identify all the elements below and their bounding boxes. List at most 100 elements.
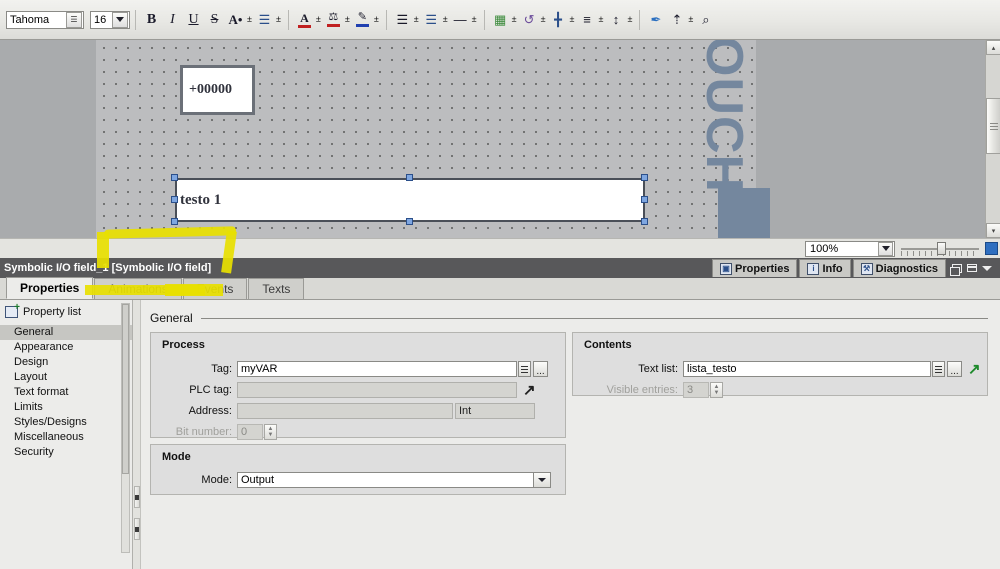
line-spacing-dropdown-icon[interactable]: ± — [276, 15, 281, 24]
align-block-group[interactable]: ☰ ± — [421, 10, 450, 30]
fill-color-dropdown-icon[interactable]: ± — [345, 15, 350, 24]
screen-editor-canvas[interactable]: OUCH +00000 testo 1 — [0, 40, 1000, 238]
tag-input[interactable]: myVAR — [237, 361, 517, 377]
tab-events[interactable]: Events — [182, 278, 248, 299]
selection-handle-ne[interactable] — [641, 174, 648, 181]
align-horizontal-icon[interactable]: ╋ — [549, 10, 568, 30]
line-spacing-group[interactable]: ☰ ± — [254, 10, 283, 30]
distribute-vertical-dropdown-icon[interactable]: ± — [598, 15, 603, 24]
text-list-goto-icon[interactable]: ↗ — [968, 362, 981, 377]
bold-button[interactable]: B — [142, 10, 161, 30]
plc-tag-goto-icon[interactable]: ↗ — [523, 383, 536, 398]
scroll-down-icon[interactable]: ▾ — [986, 223, 1000, 238]
fill-color-group[interactable]: ⚖ ± — [323, 10, 352, 30]
sidebar-item-text-format[interactable]: Text format — [0, 385, 132, 400]
selection-handle-sw[interactable] — [171, 218, 178, 225]
tab-properties[interactable]: Properties — [6, 277, 94, 299]
font-size-combo[interactable]: 16 — [90, 10, 130, 29]
zoom-slider[interactable] — [901, 241, 979, 257]
font-color-group[interactable]: A ± — [294, 10, 323, 30]
scrollbar-thumb[interactable] — [986, 98, 1000, 154]
text-list-input[interactable]: lista_testo — [683, 361, 931, 377]
zoom-chevron-down-icon[interactable] — [878, 241, 893, 256]
sidebar-item-security[interactable]: Security — [0, 445, 132, 460]
tab-texts[interactable]: Texts — [248, 278, 305, 299]
chevron-down-icon[interactable] — [112, 11, 128, 28]
font-color-icon[interactable]: A — [295, 10, 314, 30]
sidebar-item-general[interactable]: General — [0, 325, 132, 340]
text-list-browse-button[interactable]: ... — [947, 361, 962, 377]
distribute-height-dropdown-icon[interactable]: ± — [627, 15, 632, 24]
apply-style-group[interactable]: ⇡ ± — [666, 10, 695, 30]
rotate-group[interactable]: ↺ ± — [519, 10, 548, 30]
zoom-select-icon[interactable]: ⌕ — [696, 10, 715, 30]
align-text-icon[interactable]: ☰ — [393, 10, 412, 30]
line-style-group[interactable]: — ± — [450, 10, 479, 30]
align-horizontal-group[interactable]: ╋ ± — [548, 10, 577, 30]
align-text-dropdown-icon[interactable]: ± — [414, 15, 419, 24]
chevron-down-icon[interactable] — [982, 265, 992, 271]
align-horizontal-dropdown-icon[interactable]: ± — [570, 15, 575, 24]
selection-handle-w[interactable] — [171, 196, 178, 203]
editor-vertical-scrollbar[interactable]: ▴ ▾ — [985, 40, 1000, 238]
restore-icon[interactable] — [950, 263, 962, 276]
distribute-vertical-group[interactable]: ≡ ± — [576, 10, 605, 30]
mode-select[interactable]: Output — [237, 472, 534, 488]
splitter-grip-bottom[interactable] — [134, 518, 140, 540]
mode-chevron-down-icon[interactable] — [534, 472, 551, 488]
selection-handle-s[interactable] — [406, 218, 413, 225]
line-spacing-icon[interactable]: ☰ — [255, 10, 274, 30]
tag-list-icon[interactable] — [518, 361, 531, 377]
distribute-height-icon[interactable]: ↕ — [606, 10, 625, 30]
apply-style-dropdown-icon[interactable]: ± — [688, 15, 693, 24]
inspector-tab-diagnostics[interactable]: ⚒ Diagnostics — [852, 259, 946, 277]
sidebar-item-miscellaneous[interactable]: Miscellaneous — [0, 430, 132, 445]
sidebar-item-styles-designs[interactable]: Styles/Designs — [0, 415, 132, 430]
property-list-scrollbar-thumb[interactable] — [122, 304, 129, 474]
zoom-level-combo[interactable]: 100% — [805, 240, 895, 257]
pen-color-group[interactable]: ✎ ± — [352, 10, 381, 30]
line-style-icon[interactable]: — — [451, 10, 470, 30]
underline-button[interactable]: U — [184, 10, 203, 30]
sidebar-item-appearance[interactable]: Appearance — [0, 340, 132, 355]
scroll-up-icon[interactable]: ▴ — [986, 40, 1000, 55]
sidebar-item-layout[interactable]: Layout — [0, 370, 132, 385]
line-style-dropdown-icon[interactable]: ± — [472, 15, 477, 24]
font-family-list-icon[interactable]: ☰ — [66, 11, 82, 28]
sidebar-item-limits[interactable]: Limits — [0, 400, 132, 415]
order-dropdown-icon[interactable]: ± — [512, 15, 517, 24]
font-family-combo[interactable]: Tahoma ☰ — [6, 10, 84, 29]
font-size-dropdown-icon[interactable]: ± — [247, 15, 252, 24]
fill-color-icon[interactable]: ⚖ — [324, 10, 343, 30]
rotate-icon[interactable]: ↺ — [520, 10, 539, 30]
order-group[interactable]: ▦ ± — [490, 10, 519, 30]
inspector-tab-info[interactable]: i Info — [799, 259, 851, 277]
font-size-grow-icon[interactable]: A• — [226, 10, 245, 30]
align-text-group[interactable]: ☰ ± — [392, 10, 421, 30]
tag-browse-button[interactable]: ... — [533, 361, 548, 377]
pen-color-dropdown-icon[interactable]: ± — [374, 15, 379, 24]
italic-button[interactable]: I — [163, 10, 182, 30]
distribute-vertical-icon[interactable]: ≡ — [577, 10, 596, 30]
rotate-dropdown-icon[interactable]: ± — [541, 15, 546, 24]
zoom-fit-icon[interactable] — [985, 242, 998, 255]
minimize-icon[interactable] — [967, 264, 977, 272]
apply-style-icon[interactable]: ⇡ — [667, 10, 686, 30]
property-list-scrollbar[interactable] — [121, 303, 130, 553]
selection-handle-nw[interactable] — [171, 174, 178, 181]
font-size-grow-group[interactable]: A• ± — [225, 10, 254, 30]
tab-animations[interactable]: Animations — [94, 278, 182, 299]
selection-handle-n[interactable] — [406, 174, 413, 181]
order-front-icon[interactable]: ▦ — [491, 10, 510, 30]
format-painter-icon[interactable]: ✒ — [646, 10, 665, 30]
strikethrough-button[interactable]: S — [205, 10, 224, 30]
font-color-dropdown-icon[interactable]: ± — [316, 15, 321, 24]
pen-color-icon[interactable]: ✎ — [353, 10, 372, 30]
inspector-tab-properties[interactable]: ▣ Properties — [712, 259, 798, 277]
inspector-splitter[interactable] — [133, 300, 141, 569]
sidebar-item-design[interactable]: Design — [0, 355, 132, 370]
text-list-list-icon[interactable] — [932, 361, 945, 377]
splitter-grip-top[interactable] — [134, 486, 140, 508]
distribute-height-group[interactable]: ↕ ± — [605, 10, 634, 30]
selection-handle-e[interactable] — [641, 196, 648, 203]
